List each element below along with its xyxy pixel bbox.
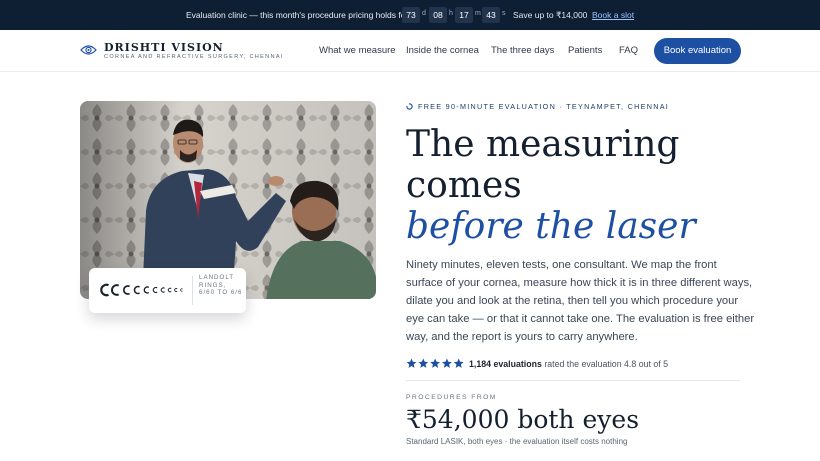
landolt-rings-icon [100, 283, 183, 297]
headline-line-2: comes [406, 165, 522, 206]
countdown-seconds: 43 [482, 7, 500, 23]
rating-text: rated the evaluation 4.8 out of 5 [544, 359, 669, 369]
promo-save-text: Save up to ₹14,000 [513, 10, 588, 20]
divider [406, 380, 740, 381]
star-icon [442, 358, 452, 368]
book-evaluation-button[interactable]: Book evaluation [654, 38, 741, 64]
spinner-icon [406, 103, 413, 110]
nav-inside-the-cornea[interactable]: Inside the cornea [406, 45, 479, 56]
headline-line-1: The measuring [406, 124, 680, 165]
promo-bar: Evaluation clinic — this month's procedu… [0, 0, 820, 30]
landolt-card: LANDOLT RINGS, 6/60 TO 6/6 [89, 268, 246, 313]
site-header: DRISHTI VISION CORNEA AND REFRACTIVE SUR… [0, 30, 820, 72]
price: ₹54,000 both eyes [406, 405, 640, 434]
lede-line: dilate you and look at the retina, then … [406, 295, 739, 307]
book-slot-link[interactable]: Book a slot [592, 10, 634, 20]
promo-message: Evaluation clinic — this month's procedu… [186, 10, 409, 20]
lede-line: surface of your cornea, measure how thic… [406, 277, 753, 289]
landolt-caption: LANDOLT RINGS, 6/60 TO 6/6 [199, 274, 243, 296]
star-icon [453, 358, 464, 368]
rating-summary: 1,184 evaluations rated the evaluation 4… [469, 359, 668, 369]
headline-line-3: before the laser [406, 206, 696, 247]
eye-icon [80, 45, 97, 55]
procedures-label: PROCEDURES FROM [406, 394, 497, 401]
star-icon [406, 358, 417, 368]
countdown-hours-unit: h [449, 10, 453, 17]
countdown-minutes: 17 [455, 7, 473, 23]
nav-what-we-measure[interactable]: What we measure [319, 45, 396, 56]
countdown-hours: 08 [429, 7, 447, 23]
countdown-seconds-unit: s [502, 10, 506, 17]
nav-faq[interactable]: FAQ [619, 45, 638, 56]
rating-count: 1,184 evaluations [469, 359, 542, 369]
price-note: Standard LASIK, both eyes · the evaluati… [406, 437, 628, 446]
brand-name[interactable]: DRISHTI VISION [104, 41, 224, 54]
nav-the-three-days[interactable]: The three days [491, 45, 554, 56]
nav-patients[interactable]: Patients [568, 45, 602, 56]
star-icon [430, 358, 440, 368]
brand-tagline: CORNEA AND REFRACTIVE SURGERY, CHENNAI [104, 54, 284, 60]
countdown-days: 73 [402, 7, 420, 23]
rating-stars [406, 358, 464, 368]
lede-line: eye can take — or that it cannot take on… [406, 313, 755, 325]
lede-line: way, and the report is yours to carry an… [406, 331, 638, 343]
card-divider [192, 276, 193, 305]
countdown-minutes-unit: m [475, 10, 481, 17]
star-icon [418, 358, 429, 368]
lede-line: Ninety minutes, eleven tests, one consul… [406, 259, 717, 271]
hero-eyebrow: FREE 90-MINUTE EVALUATION · TEYNAMPET, C… [418, 102, 670, 111]
countdown-days-unit: d [422, 10, 426, 17]
